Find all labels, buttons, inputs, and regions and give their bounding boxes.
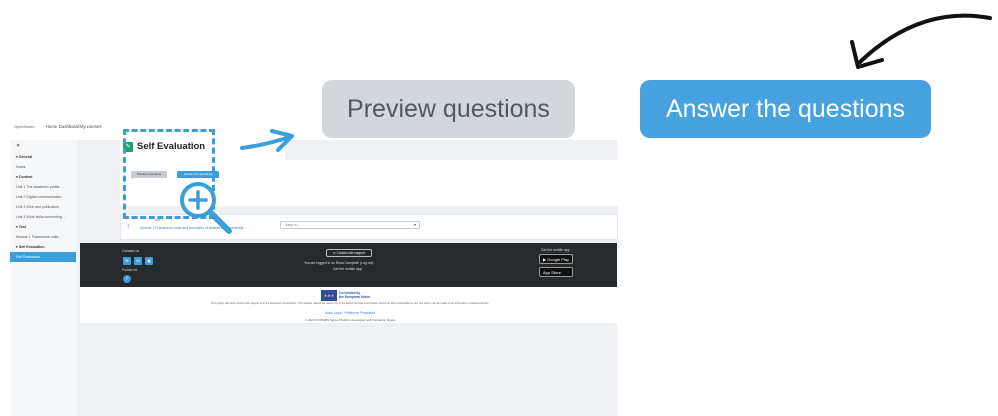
preview-questions-callout[interactable]: Preview questions (322, 80, 575, 138)
curved-arrow-icon (850, 13, 992, 69)
annotation-layer (180, 13, 992, 234)
answer-questions-callout[interactable]: Answer the questions (640, 80, 931, 138)
arrow-right-icon (240, 129, 294, 152)
zoom-in-icon (180, 182, 232, 234)
